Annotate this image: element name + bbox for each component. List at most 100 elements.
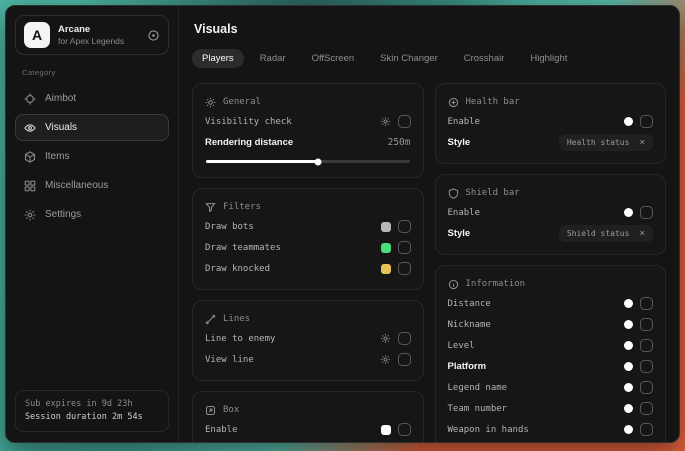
left-column: General Visibility check Rendering dista… xyxy=(192,83,424,431)
visibility-check-checkbox[interactable] xyxy=(398,115,411,128)
platform-checkbox[interactable] xyxy=(640,360,653,373)
setting-row-view-line: View line xyxy=(205,349,411,370)
funnel-icon xyxy=(205,202,216,213)
main-panel: Visuals Players Radar OffScreen Skin Cha… xyxy=(179,6,679,442)
box-enable-checkbox[interactable] xyxy=(398,423,411,436)
card-shield-bar: Shield bar Enable Style Shield s xyxy=(435,174,667,255)
setting-row-box-enable: Enable xyxy=(205,419,411,440)
color-swatch[interactable] xyxy=(624,208,633,217)
sidebar-item-items[interactable]: Items xyxy=(15,143,169,170)
setting-row-rendering-distance: Rendering distance 250m xyxy=(205,132,411,153)
level-checkbox[interactable] xyxy=(640,339,653,352)
sub-expiry: Sub expires in 9d 23h xyxy=(25,398,159,411)
gear-icon[interactable] xyxy=(380,333,391,344)
line-icon xyxy=(205,314,216,325)
setting-row-distance: Distance xyxy=(448,293,654,314)
setting-row-level: Level xyxy=(448,335,654,356)
color-swatch[interactable] xyxy=(624,425,633,434)
target-icon[interactable] xyxy=(147,29,160,42)
view-line-checkbox[interactable] xyxy=(398,353,411,366)
remove-icon[interactable]: × xyxy=(639,138,645,148)
setting-row-healthbar-enable: Enable xyxy=(448,111,654,132)
sidebar-item-miscellaneous[interactable]: Miscellaneous xyxy=(15,172,169,199)
team-number-checkbox[interactable] xyxy=(640,402,653,415)
sidebar-item-aimbot[interactable]: Aimbot xyxy=(15,85,169,112)
sidebar-item-label: Miscellaneous xyxy=(45,180,108,191)
tab-offscreen[interactable]: OffScreen xyxy=(302,49,365,68)
card-title: Filters xyxy=(223,202,261,212)
setting-row-platform: Platform xyxy=(448,356,654,377)
sidebar-item-label: Items xyxy=(45,151,69,162)
card-filters: Filters Draw bots Draw teammates xyxy=(192,188,424,290)
circle-plus-icon xyxy=(448,97,459,108)
session-duration: Session duration 2m 54s xyxy=(25,411,159,424)
draw-bots-checkbox[interactable] xyxy=(398,220,411,233)
setting-row-healthbar-style: Style Health status × xyxy=(448,132,654,153)
distance-checkbox[interactable] xyxy=(640,297,653,310)
app-subtitle: for Apex Legends xyxy=(58,36,124,47)
tab-skin-changer[interactable]: Skin Changer xyxy=(370,49,448,68)
draw-knocked-checkbox[interactable] xyxy=(398,262,411,275)
nickname-checkbox[interactable] xyxy=(640,318,653,331)
eye-icon xyxy=(24,122,36,134)
color-swatch[interactable] xyxy=(624,383,633,392)
setting-row-draw-knocked: Draw knocked xyxy=(205,258,411,279)
card-title: Shield bar xyxy=(466,188,520,198)
color-swatch[interactable] xyxy=(624,362,633,371)
sidebar: A Arcane for Apex Legends Category Aimbo… xyxy=(6,6,179,442)
category-label: Category xyxy=(22,68,162,77)
color-swatch[interactable] xyxy=(624,404,633,413)
tab-crosshair[interactable]: Crosshair xyxy=(454,49,515,68)
card-title: Health bar xyxy=(466,97,520,107)
app-brand: A Arcane for Apex Legends xyxy=(15,15,169,55)
weapon-in-hands-checkbox[interactable] xyxy=(640,423,653,436)
healthbar-style-select[interactable]: Health status × xyxy=(559,134,653,151)
gear-icon[interactable] xyxy=(380,116,391,127)
sidebar-item-label: Aimbot xyxy=(45,93,76,104)
setting-row-nickname: Nickname xyxy=(448,314,654,335)
setting-row-visibility-check: Visibility check xyxy=(205,111,411,132)
color-swatch[interactable] xyxy=(381,264,391,274)
sidebar-item-settings[interactable]: Settings xyxy=(15,201,169,228)
remove-icon[interactable]: × xyxy=(639,229,645,239)
slider-knob[interactable] xyxy=(314,158,321,165)
grid-icon xyxy=(24,180,36,192)
setting-row-team-number: Team number xyxy=(448,398,654,419)
app-logo: A xyxy=(24,22,50,48)
sidebar-item-label: Visuals xyxy=(45,122,77,133)
sidebar-item-visuals[interactable]: Visuals xyxy=(15,114,169,141)
setting-row-line-to-enemy: Line to enemy xyxy=(205,328,411,349)
tab-bar: Players Radar OffScreen Skin Changer Cro… xyxy=(192,49,666,68)
color-swatch[interactable] xyxy=(381,222,391,232)
app-window: A Arcane for Apex Legends Category Aimbo… xyxy=(5,5,680,443)
draw-teammates-checkbox[interactable] xyxy=(398,241,411,254)
card-lines: Lines Line to enemy View line xyxy=(192,300,424,381)
color-swatch[interactable] xyxy=(624,117,633,126)
tab-highlight[interactable]: Highlight xyxy=(520,49,577,68)
tab-radar[interactable]: Radar xyxy=(250,49,296,68)
legend-name-checkbox[interactable] xyxy=(640,381,653,394)
card-general: General Visibility check Rendering dista… xyxy=(192,83,424,178)
gear-icon[interactable] xyxy=(380,354,391,365)
card-title: Information xyxy=(466,279,526,289)
sidebar-item-label: Settings xyxy=(45,209,81,220)
tab-players[interactable]: Players xyxy=(192,49,244,68)
card-title: Box xyxy=(223,405,239,415)
line-to-enemy-checkbox[interactable] xyxy=(398,332,411,345)
color-swatch[interactable] xyxy=(381,425,391,435)
color-swatch[interactable] xyxy=(624,341,633,350)
card-title: General xyxy=(223,97,261,107)
shieldbar-style-select[interactable]: Shield status × xyxy=(559,225,653,242)
shieldbar-enable-checkbox[interactable] xyxy=(640,206,653,219)
color-swatch[interactable] xyxy=(381,243,391,253)
card-title: Lines xyxy=(223,314,250,324)
setting-row-draw-bots: Draw bots xyxy=(205,216,411,237)
subscription-info: Sub expires in 9d 23h Session duration 2… xyxy=(15,390,169,432)
color-swatch[interactable] xyxy=(624,320,633,329)
info-icon xyxy=(448,279,459,290)
card-information: Information Distance Nickname Level xyxy=(435,265,667,442)
setting-row-shieldbar-enable: Enable xyxy=(448,202,654,223)
healthbar-enable-checkbox[interactable] xyxy=(640,115,653,128)
color-swatch[interactable] xyxy=(624,299,633,308)
rendering-distance-slider[interactable] xyxy=(206,157,410,165)
